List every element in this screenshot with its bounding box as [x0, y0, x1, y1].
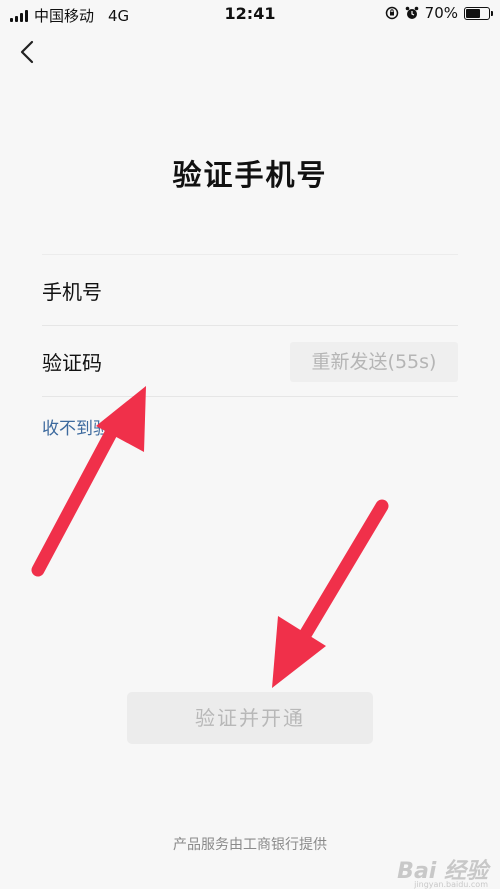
status-bar: 中国移动 4G 12:41 70%	[0, 0, 500, 30]
status-right: 70%	[385, 4, 493, 22]
chevron-left-icon[interactable]	[14, 38, 42, 66]
page-title: 验证手机号	[172, 158, 328, 192]
no-code-link[interactable]: 收不到验证码	[42, 414, 144, 439]
phone-field[interactable]: 手机号	[42, 255, 458, 326]
annotation-arrows	[31, 386, 389, 688]
code-label: 验证码	[42, 350, 102, 375]
battery-fill	[466, 8, 480, 18]
battery-percent: 70%	[424, 4, 458, 22]
orientation-lock-icon	[385, 6, 398, 20]
battery-icon	[464, 6, 493, 20]
arrow-to-submit-button	[272, 499, 389, 688]
verify-submit-button[interactable]: 验证并开通	[127, 692, 373, 744]
phone-label: 手机号	[42, 279, 102, 304]
footer-text: 产品服务由工商银行提供	[173, 837, 327, 853]
resend-button[interactable]: 重新发送(55s)	[290, 342, 458, 382]
code-field[interactable]: 验证码 重新发送(55s)	[42, 326, 458, 397]
watermark-url: jingyan.baidu.com	[414, 880, 488, 889]
alarm-icon	[405, 6, 418, 19]
